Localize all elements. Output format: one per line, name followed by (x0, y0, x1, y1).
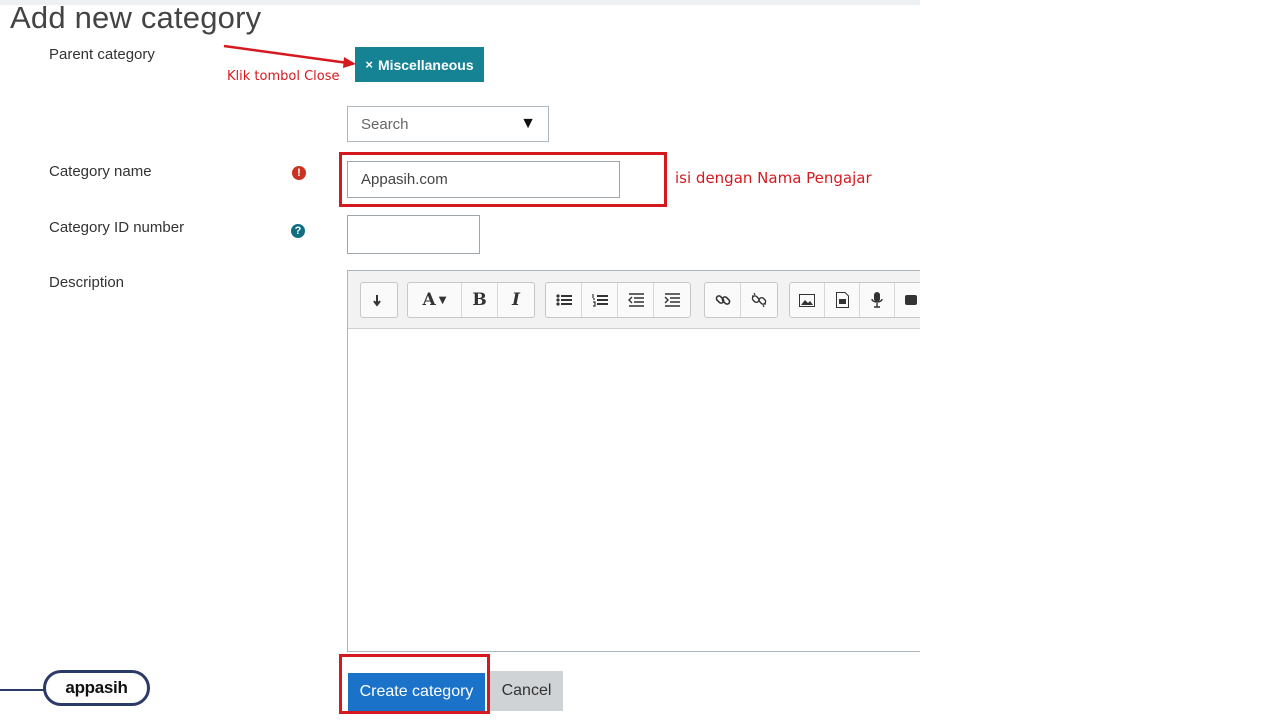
unordered-list-icon[interactable] (546, 283, 582, 317)
editor-toolbar: A ▼ B I (348, 271, 920, 329)
annotation-arrow-icon (223, 44, 356, 68)
media-icon[interactable] (825, 283, 860, 317)
logo-text: appasih (65, 678, 128, 697)
create-category-button[interactable]: Create category (348, 673, 485, 711)
category-name-label: Category name (49, 163, 152, 180)
category-name-input[interactable]: Appasih.com (347, 161, 620, 198)
page-title: Add new category (10, 0, 262, 35)
font-color-icon[interactable]: A ▼ (408, 283, 462, 317)
toolbar-group-media (789, 282, 920, 318)
close-hint-annotation: Klik tombol Close (227, 69, 340, 84)
chip-value: Miscellaneous (377, 56, 474, 73)
appasih-logo: appasih (43, 670, 150, 706)
description-editor[interactable]: A ▼ B I (347, 270, 920, 652)
image-icon[interactable] (790, 283, 825, 317)
record-audio-icon[interactable] (860, 283, 895, 317)
unlink-icon[interactable] (741, 283, 777, 317)
link-icon[interactable] (705, 283, 741, 317)
parent-category-label: Parent category (49, 46, 155, 63)
description-label: Description (49, 274, 125, 291)
toolbar-group-collapse (360, 282, 398, 318)
record-video-icon[interactable] (895, 283, 920, 317)
bold-icon[interactable]: B (462, 283, 498, 317)
toolbar-group-links (704, 282, 778, 318)
parent-category-chip[interactable]: × Miscellaneous (355, 47, 484, 82)
search-placeholder: Search (361, 115, 409, 133)
parent-category-search-select[interactable]: Search ▼ (347, 106, 549, 142)
toolbar-group-style: A ▼ B I (407, 282, 535, 318)
outdent-icon[interactable] (618, 283, 654, 317)
dropdown-caret-icon[interactable]: ▼ (520, 115, 536, 133)
help-icon[interactable]: ? (291, 224, 305, 238)
logo-line (0, 689, 46, 691)
toolbar-group-lists (545, 282, 691, 318)
italic-icon[interactable]: I (498, 283, 534, 317)
cancel-button[interactable]: Cancel (490, 671, 563, 711)
name-hint-annotation: isi dengan Nama Pengajar (675, 169, 872, 187)
chip-close-icon[interactable]: × (365, 57, 373, 72)
ordered-list-icon[interactable] (582, 283, 618, 317)
category-idnumber-label: Category ID number (49, 219, 185, 236)
indent-icon[interactable] (654, 283, 690, 317)
category-idnumber-input[interactable] (347, 215, 480, 254)
required-icon: ! (292, 166, 306, 180)
collapse-icon[interactable] (361, 283, 397, 317)
